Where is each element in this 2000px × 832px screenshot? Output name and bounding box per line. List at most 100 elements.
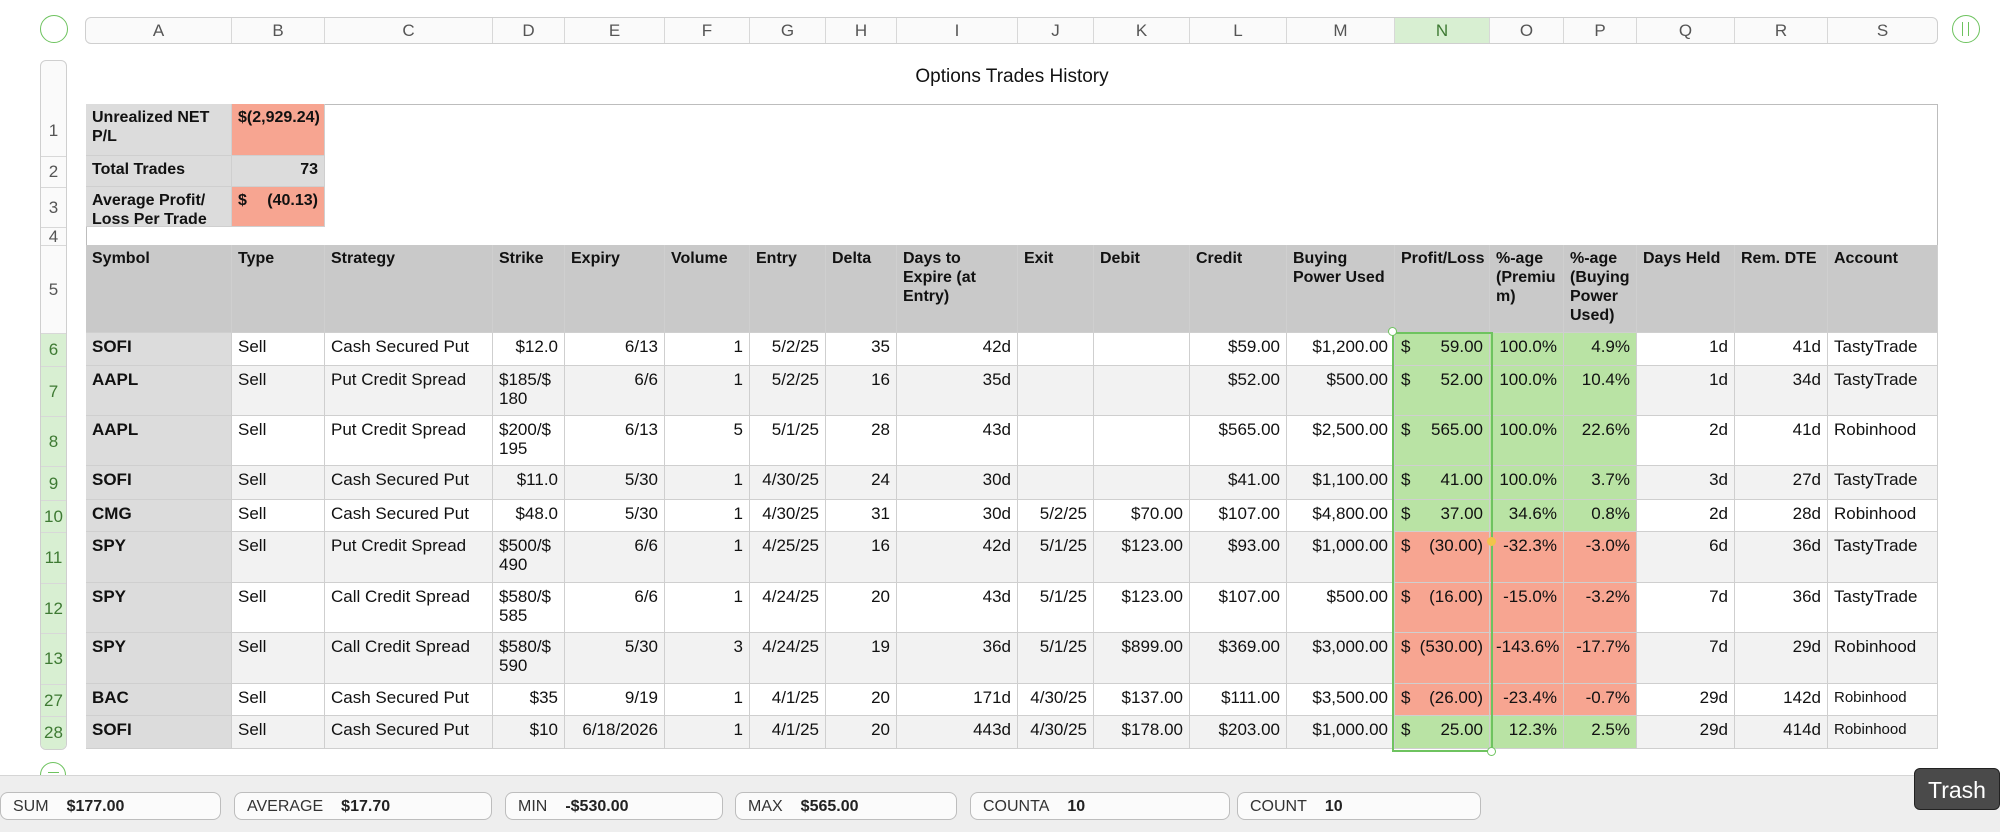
pct-bp-cell[interactable]: 22.6% bbox=[1564, 416, 1637, 466]
strike-cell[interactable]: $35 bbox=[493, 684, 565, 716]
held-cell[interactable]: 29d bbox=[1637, 716, 1735, 749]
entry-cell[interactable]: 4/25/25 bbox=[750, 532, 826, 583]
strike-cell[interactable]: $12.0 bbox=[493, 333, 565, 366]
debit-cell[interactable]: $178.00 bbox=[1094, 716, 1190, 749]
strategy-cell[interactable]: Put Credit Spread bbox=[325, 366, 493, 416]
entry-cell[interactable]: 4/30/25 bbox=[750, 466, 826, 500]
symbol-cell[interactable]: SPY bbox=[86, 532, 232, 583]
exit-cell[interactable] bbox=[1018, 366, 1094, 416]
column-header-g[interactable]: G bbox=[750, 18, 826, 43]
delta-cell[interactable]: 20 bbox=[826, 684, 897, 716]
pct-prem-cell[interactable]: 34.6% bbox=[1490, 500, 1564, 532]
column-header-a[interactable]: A bbox=[86, 18, 232, 43]
status-counta[interactable]: COUNTA 10 bbox=[970, 792, 1230, 820]
entry-cell[interactable]: 4/30/25 bbox=[750, 500, 826, 532]
entry-cell[interactable]: 5/2/25 bbox=[750, 333, 826, 366]
held-cell[interactable]: 2d bbox=[1637, 416, 1735, 466]
bp-cell[interactable]: $1,200.00 bbox=[1287, 333, 1395, 366]
volume-cell[interactable]: 3 bbox=[665, 633, 750, 684]
pct-prem-cell[interactable]: -15.0% bbox=[1490, 583, 1564, 633]
column-title-14[interactable]: Profit/Loss bbox=[1395, 245, 1490, 333]
rem-cell[interactable]: 27d bbox=[1735, 466, 1828, 500]
column-header-r[interactable]: R bbox=[1735, 18, 1828, 43]
held-cell[interactable]: 2d bbox=[1637, 500, 1735, 532]
bp-cell[interactable]: $1,000.00 bbox=[1287, 532, 1395, 583]
pct-prem-cell[interactable]: 100.0% bbox=[1490, 366, 1564, 416]
debit-cell[interactable]: $70.00 bbox=[1094, 500, 1190, 532]
held-cell[interactable]: 6d bbox=[1637, 532, 1735, 583]
symbol-cell[interactable]: CMG bbox=[86, 500, 232, 532]
column-header-j[interactable]: J bbox=[1018, 18, 1094, 43]
expiry-cell[interactable]: 6/6 bbox=[565, 532, 665, 583]
account-cell[interactable]: TastyTrade bbox=[1828, 366, 1938, 416]
exit-cell[interactable] bbox=[1018, 416, 1094, 466]
dte-cell[interactable]: 36d bbox=[897, 633, 1018, 684]
strategy-cell[interactable]: Cash Secured Put bbox=[325, 466, 493, 500]
strategy-cell[interactable]: Put Credit Spread bbox=[325, 416, 493, 466]
dte-cell[interactable]: 35d bbox=[897, 366, 1018, 416]
held-cell[interactable]: 1d bbox=[1637, 333, 1735, 366]
account-cell[interactable]: TastyTrade bbox=[1828, 583, 1938, 633]
column-header-d[interactable]: D bbox=[493, 18, 565, 43]
exit-cell[interactable]: 4/30/25 bbox=[1018, 716, 1094, 749]
strategy-cell[interactable]: Cash Secured Put bbox=[325, 500, 493, 532]
entry-cell[interactable]: 4/24/25 bbox=[750, 583, 826, 633]
column-header-o[interactable]: O bbox=[1490, 18, 1564, 43]
status-sum[interactable]: SUM $177.00 bbox=[0, 792, 221, 820]
row-header-10[interactable]: 10 bbox=[41, 501, 66, 533]
type-cell[interactable]: Sell bbox=[232, 500, 325, 532]
entry-cell[interactable]: 5/1/25 bbox=[750, 416, 826, 466]
column-header-q[interactable]: Q bbox=[1637, 18, 1735, 43]
delta-cell[interactable]: 20 bbox=[826, 583, 897, 633]
credit-cell[interactable]: $565.00 bbox=[1190, 416, 1287, 466]
summary-value[interactable]: 73 bbox=[232, 156, 325, 187]
delta-cell[interactable]: 20 bbox=[826, 716, 897, 749]
pct-bp-cell[interactable]: 2.5% bbox=[1564, 716, 1637, 749]
strike-cell[interactable]: $10 bbox=[493, 716, 565, 749]
row-header-1[interactable]: 1 bbox=[41, 105, 66, 157]
strike-cell[interactable]: $580/$ 585 bbox=[493, 583, 565, 633]
strategy-cell[interactable]: Put Credit Spread bbox=[325, 532, 493, 583]
dte-cell[interactable]: 42d bbox=[897, 333, 1018, 366]
expiry-cell[interactable]: 5/30 bbox=[565, 466, 665, 500]
row-header-9[interactable]: 9 bbox=[41, 467, 66, 501]
pct-bp-cell[interactable]: -3.0% bbox=[1564, 532, 1637, 583]
credit-cell[interactable]: $107.00 bbox=[1190, 583, 1287, 633]
held-cell[interactable]: 29d bbox=[1637, 684, 1735, 716]
summary-label[interactable]: Total Trades bbox=[86, 156, 232, 187]
status-max[interactable]: MAX $565.00 bbox=[735, 792, 957, 820]
type-cell[interactable]: Sell bbox=[232, 366, 325, 416]
dte-cell[interactable]: 43d bbox=[897, 416, 1018, 466]
column-header-i[interactable]: I bbox=[897, 18, 1018, 43]
debit-cell[interactable]: $899.00 bbox=[1094, 633, 1190, 684]
debit-cell[interactable] bbox=[1094, 366, 1190, 416]
volume-cell[interactable]: 1 bbox=[665, 466, 750, 500]
credit-cell[interactable]: $111.00 bbox=[1190, 684, 1287, 716]
pct-prem-cell[interactable]: 100.0% bbox=[1490, 466, 1564, 500]
entry-cell[interactable]: 5/2/25 bbox=[750, 366, 826, 416]
type-cell[interactable]: Sell bbox=[232, 416, 325, 466]
delta-cell[interactable]: 16 bbox=[826, 532, 897, 583]
delta-cell[interactable]: 16 bbox=[826, 366, 897, 416]
column-title-1[interactable]: Symbol bbox=[86, 245, 232, 333]
rem-cell[interactable]: 28d bbox=[1735, 500, 1828, 532]
held-cell[interactable]: 7d bbox=[1637, 633, 1735, 684]
column-header-k[interactable]: K bbox=[1094, 18, 1190, 43]
volume-cell[interactable]: 1 bbox=[665, 583, 750, 633]
type-cell[interactable]: Sell bbox=[232, 583, 325, 633]
exit-cell[interactable]: 5/2/25 bbox=[1018, 500, 1094, 532]
bp-cell[interactable]: $2,500.00 bbox=[1287, 416, 1395, 466]
row-header-27[interactable]: 27 bbox=[41, 685, 66, 717]
delta-cell[interactable]: 35 bbox=[826, 333, 897, 366]
bp-cell[interactable]: $1,100.00 bbox=[1287, 466, 1395, 500]
held-cell[interactable]: 1d bbox=[1637, 366, 1735, 416]
pct-prem-cell[interactable]: -32.3% bbox=[1490, 532, 1564, 583]
strategy-cell[interactable]: Cash Secured Put bbox=[325, 333, 493, 366]
account-cell[interactable]: Robinhood bbox=[1828, 500, 1938, 532]
held-cell[interactable]: 3d bbox=[1637, 466, 1735, 500]
rem-cell[interactable]: 41d bbox=[1735, 333, 1828, 366]
symbol-cell[interactable]: SOFI bbox=[86, 333, 232, 366]
volume-cell[interactable]: 5 bbox=[665, 416, 750, 466]
symbol-cell[interactable]: AAPL bbox=[86, 366, 232, 416]
row-header-4[interactable]: 4 bbox=[41, 227, 66, 246]
